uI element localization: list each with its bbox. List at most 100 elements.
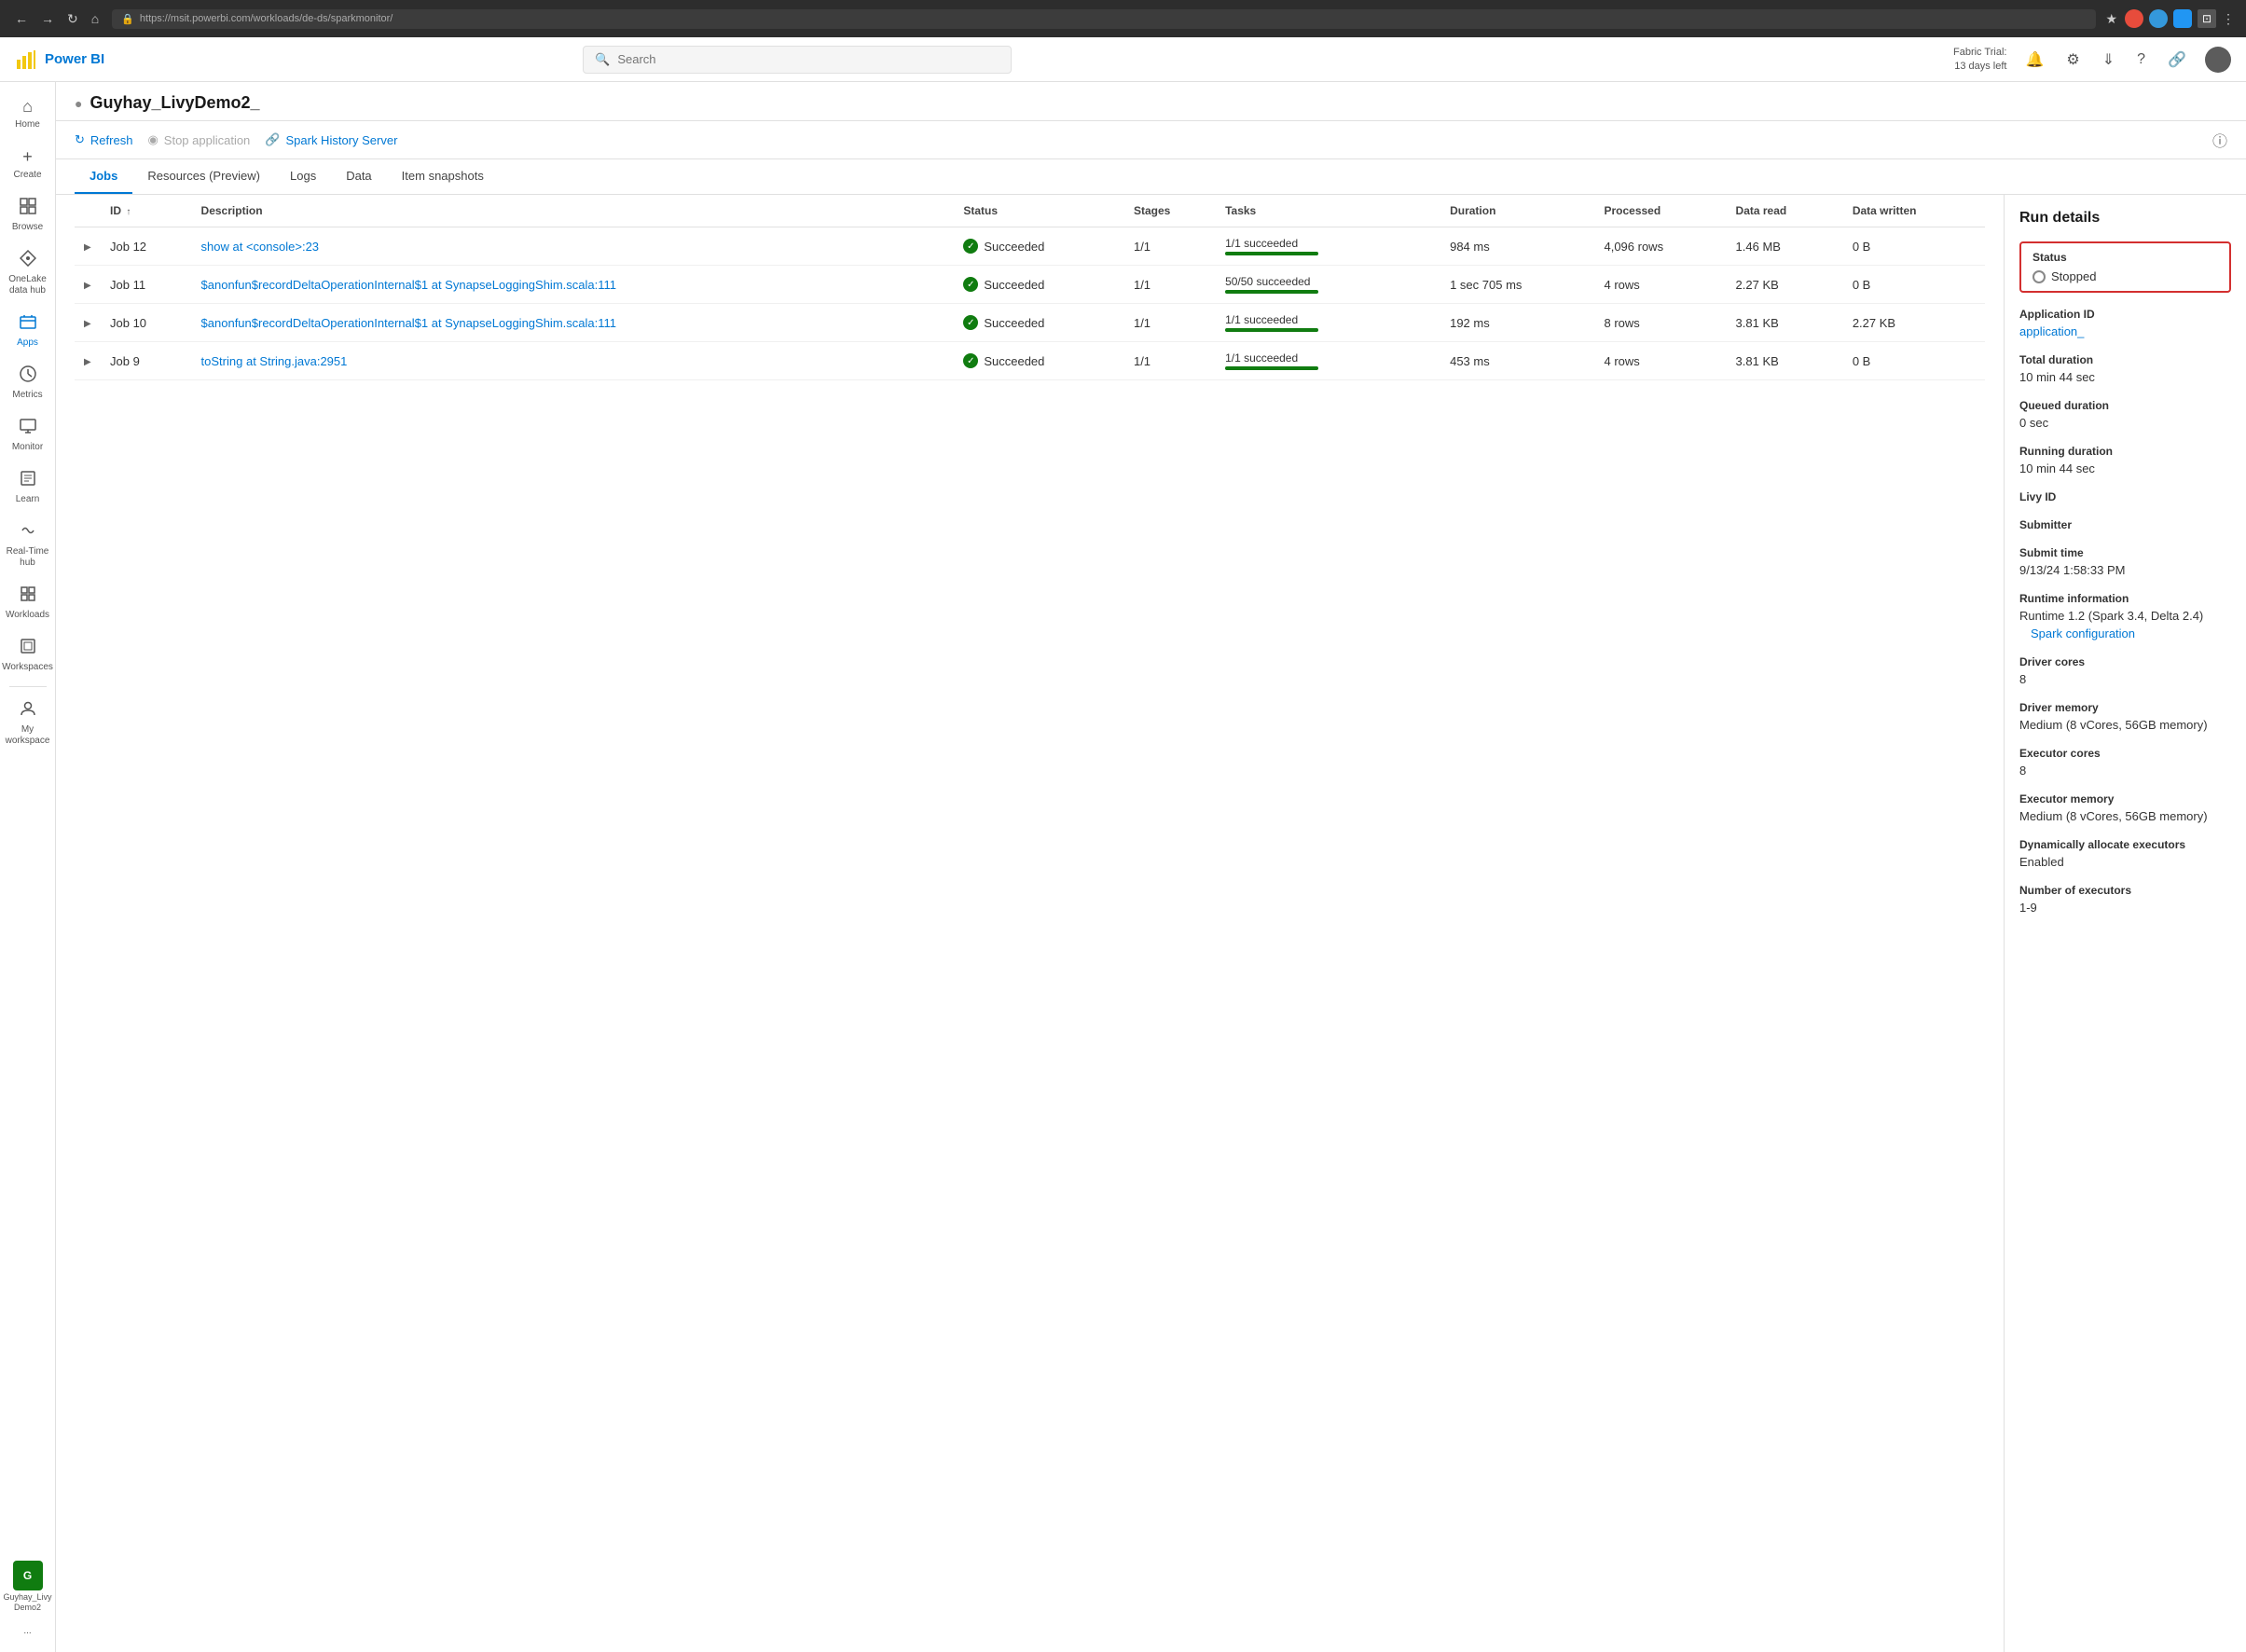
col-duration[interactable]: Duration [1442,195,1596,227]
tasks-cell: 1/1 succeeded [1225,313,1435,332]
notification-button[interactable]: 🔔 [2021,47,2047,73]
user-avatar[interactable] [2205,47,2231,73]
home-button[interactable]: ⌂ [88,9,103,28]
browse-icon [20,198,36,219]
address-bar[interactable]: 🔒 https://msit.powerbi.com/workloads/de-… [112,9,2096,29]
job-description-link[interactable]: show at <console>:23 [201,240,319,254]
share-button[interactable]: 🔗 [2164,47,2190,73]
duration-cell: 192 ms [1442,304,1596,342]
job-description-link[interactable]: toString at String.java:2951 [201,354,348,368]
more-button[interactable]: ⋮ [2222,11,2235,27]
sidebar-item-my-workspace[interactable]: My workspace [2,693,54,754]
tab-data[interactable]: Data [331,159,386,194]
metrics-icon [20,365,36,387]
search-box[interactable]: 🔍 [583,46,1012,74]
tasks-bar-fill [1225,290,1318,294]
dynamic-exec-section: Dynamically allocate executors Enabled [2019,838,2231,869]
tasks-ratio: 1/1 succeeded [1225,351,1435,365]
status-badge: ✓ Succeeded [963,353,1119,368]
spark-history-button[interactable]: 🔗 Spark History Server [265,129,397,151]
success-icon: ✓ [963,353,978,368]
expand-row-btn[interactable]: ▶ [82,241,93,255]
sidebar-item-browse[interactable]: Browse [2,190,54,241]
status-text: Succeeded [984,240,1044,254]
sidebar: ⌂ Home + Create Browse OneLake data hub … [0,82,56,1652]
sidebar-item-workloads[interactable]: Workloads [2,578,54,628]
download-button[interactable]: ⇓ [2099,47,2118,73]
workspaces-icon [20,638,36,659]
top-bar: Power BI 🔍 Fabric Trial: 13 days left 🔔 … [0,37,2246,82]
expand-row-btn[interactable]: ▶ [82,355,93,369]
runtime-value: Runtime 1.2 (Spark 3.4, Delta 2.4) [2019,609,2231,623]
table-body: ▶ Job 12 show at <console>:23 ✓ Succeede… [75,227,1985,380]
tab-logs[interactable]: Logs [275,159,331,194]
col-data-written[interactable]: Data written [1845,195,1985,227]
info-button[interactable]: ⓘ [2212,129,2227,151]
workspace-label: Guyhay_Livy Demo2 [3,1592,51,1613]
page-header: ● Guyhay_LivyDemo2_ [56,82,2246,121]
col-data-read[interactable]: Data read [1729,195,1845,227]
page-title-icon: ● [75,96,82,111]
powerbi-logo-icon [15,48,37,71]
spark-config-link[interactable]: Spark configuration [2019,626,2231,640]
job-id-cell: Job 12 [103,227,194,266]
back-button[interactable]: ← [11,9,32,28]
forward-button[interactable]: → [37,9,58,28]
refresh-button[interactable]: ↻ [63,9,82,29]
expand-row-btn[interactable]: ▶ [82,279,93,293]
status-badge: ✓ Succeeded [963,239,1119,254]
col-tasks[interactable]: Tasks [1218,195,1442,227]
cast-icon: ⊡ [2198,9,2216,28]
page-title-row: ● Guyhay_LivyDemo2_ [75,93,2227,120]
settings-button[interactable]: ⚙ [2062,47,2083,73]
processed-cell: 8 rows [1596,304,1728,342]
tasks-bar [1225,328,1318,332]
driver-memory-section: Driver memory Medium (8 vCores, 56GB mem… [2019,701,2231,732]
expand-row-btn[interactable]: ▶ [82,317,93,331]
col-processed[interactable]: Processed [1596,195,1728,227]
help-button[interactable]: ? [2133,48,2149,72]
stop-application-button[interactable]: ◉ Stop application [147,129,250,151]
sidebar-item-workspaces[interactable]: Workspaces [2,630,54,681]
job-description-link[interactable]: $anonfun$recordDeltaOperationInternal$1 … [201,278,616,292]
col-id[interactable]: ID ↑ [103,195,194,227]
toolbar: ↻ Refresh ◉ Stop application 🔗 Spark His… [56,121,2246,159]
sidebar-workspace-item[interactable]: G Guyhay_Livy Demo2 [2,1555,54,1618]
status-badge: ✓ Succeeded [963,277,1119,292]
col-status[interactable]: Status [956,195,1126,227]
stages-cell: 1/1 [1126,342,1218,380]
col-stages[interactable]: Stages [1126,195,1218,227]
workloads-icon [20,585,36,607]
sidebar-item-home[interactable]: ⌂ Home [2,89,54,138]
sidebar-item-create[interactable]: + Create [2,140,54,188]
tab-jobs[interactable]: Jobs [75,159,132,194]
sidebar-item-monitor[interactable]: Monitor [2,410,54,461]
sidebar-item-onelake[interactable]: OneLake data hub [2,242,54,304]
job-id-cell: Job 9 [103,342,194,380]
sidebar-item-metrics[interactable]: Metrics [2,358,54,408]
queued-dur-value: 0 sec [2019,416,2231,430]
star-button[interactable]: ★ [2105,11,2117,27]
sidebar-item-more[interactable]: ... [2,1618,54,1645]
dynamic-exec-value: Enabled [2019,855,2231,869]
table-row: ▶ Job 9 toString at String.java:2951 ✓ S… [75,342,1985,380]
sidebar-item-apps[interactable]: Apps [2,306,54,356]
tab-snapshots[interactable]: Item snapshots [387,159,499,194]
submit-time-section: Submit time 9/13/24 1:58:33 PM [2019,546,2231,577]
tasks-cell: 1/1 succeeded [1225,351,1435,370]
sidebar-item-learn[interactable]: Learn [2,462,54,513]
processed-cell: 4 rows [1596,342,1728,380]
tab-resources[interactable]: Resources (Preview) [132,159,275,194]
data-written-cell: 0 B [1845,227,1985,266]
app-id-value[interactable]: application_ [2019,324,2231,338]
status-text: Succeeded [984,316,1044,330]
col-description[interactable]: Description [194,195,957,227]
job-description-link[interactable]: $anonfun$recordDeltaOperationInternal$1 … [201,316,616,330]
tasks-bar [1225,252,1318,255]
sidebar-item-realtime[interactable]: Real-Time hub [2,515,54,576]
search-input[interactable] [617,52,999,66]
refresh-button[interactable]: ↻ Refresh [75,129,132,151]
stages-cell: 1/1 [1126,266,1218,304]
table-row: ▶ Job 11 $anonfun$recordDeltaOperationIn… [75,266,1985,304]
realtime-icon [20,522,36,544]
